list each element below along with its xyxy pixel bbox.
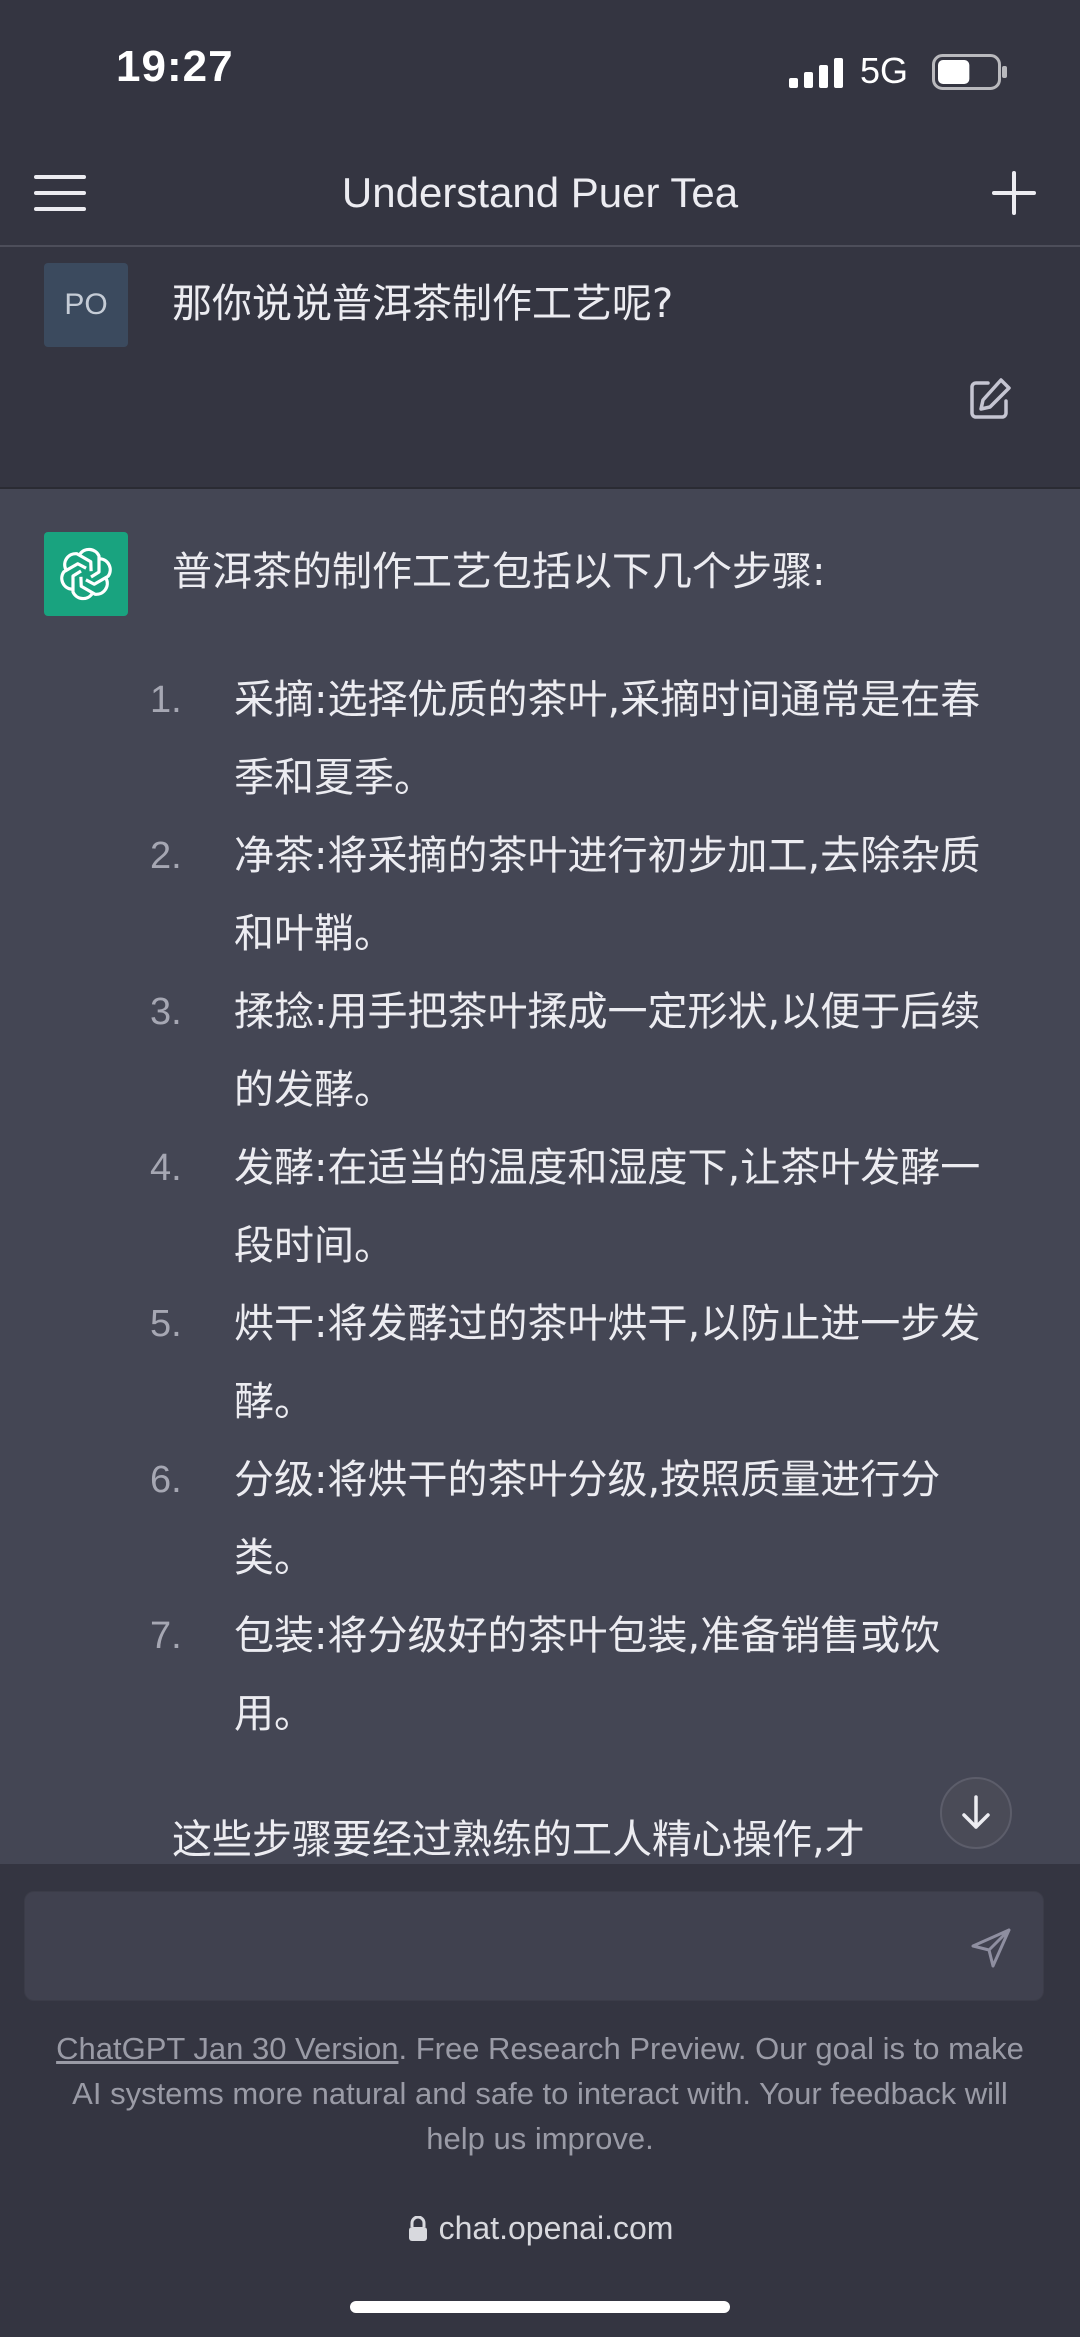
composer-area: ChatGPT Jan 30 Version. Free Research Pr… [0,1864,1080,2254]
list-item: 4. 发酵:在适当的温度和湿度下,让茶叶发酵一段时间。 [150,1129,1010,1285]
scroll-to-bottom-button[interactable] [940,1777,1012,1849]
disclaimer: ChatGPT Jan 30 Version. Free Research Pr… [40,2026,1040,2161]
arrow-down-icon [962,1795,990,1829]
step-text: 分级:将烘干的茶叶分级,按照质量进行分类。 [234,1457,941,1581]
list-item: 5. 烘干:将发酵过的茶叶烘干,以防止进一步发酵。 [150,1285,1010,1441]
lock-icon [408,2215,427,2241]
step-text: 烘干:将发酵过的茶叶烘干,以防止进一步发酵。 [234,1301,981,1425]
message-input[interactable] [45,1912,929,1984]
list-item: 2. 净茶:将采摘的茶叶进行初步加工,去除杂质和叶鞘。 [150,817,1010,973]
home-indicator[interactable] [350,2301,730,2313]
assistant-avatar [44,532,128,616]
step-number: 2. [150,835,182,877]
plus-icon[interactable] [990,169,1038,217]
list-item: 7. 包装:将分级好的茶叶包装,准备销售或饮用。 [150,1597,1010,1753]
browser-url-bar[interactable]: chat.openai.com [0,2210,1080,2270]
step-text: 采摘:选择优质的茶叶,采摘时间通常是在春季和夏季。 [234,677,981,801]
step-number: 5. [150,1303,182,1345]
list-item: 3. 揉捻:用手把茶叶揉成一定形状,以便于后续的发酵。 [150,973,1010,1129]
step-number: 1. [150,679,182,721]
step-text: 揉捻:用手把茶叶揉成一定形状,以便于后续的发酵。 [234,989,981,1113]
list-item: 1. 采摘:选择优质的茶叶,采摘时间通常是在春季和夏季。 [150,661,1010,817]
battery-icon [932,54,1007,90]
url-text: chat.openai.com [438,2210,674,2246]
step-number: 6. [150,1459,182,1501]
status-time: 19:27 [116,42,234,91]
step-text: 净茶:将采摘的茶叶进行初步加工,去除杂质和叶鞘。 [234,833,981,957]
step-text: 包装:将分级好的茶叶包装,准备销售或饮用。 [234,1613,941,1737]
step-text: 发酵:在适当的温度和湿度下,让茶叶发酵一段时间。 [234,1145,981,1269]
edit-icon[interactable] [966,375,1014,423]
nav-bar: Understand Puer Tea [0,145,1080,247]
step-number: 4. [150,1147,182,1189]
conversation-title: Understand Puer Tea [341,169,739,216]
list-item: 6. 分级:将烘干的茶叶分级,按照质量进行分类。 [150,1441,1010,1597]
user-avatar: PO [44,263,128,347]
user-message: PO 那你说说普洱茶制作工艺呢? [0,247,1080,489]
status-bar: 19:27 5G [0,0,1080,145]
assistant-intro-text: 普洱茶的制作工艺包括以下几个步骤: [172,549,826,595]
assistant-closing-text: 这些步骤要经过熟练的工人精心操作,才 [172,1817,865,1863]
assistant-message: 普洱茶的制作工艺包括以下几个步骤: 1. 采摘:选择优质的茶叶,采摘时间通常是在… [0,489,1080,1864]
openai-logo-icon [60,547,112,601]
user-message-text: 那你说说普洱茶制作工艺呢? [172,281,674,327]
cellular-signal-icon [789,58,843,88]
step-number: 7. [150,1615,182,1657]
network-type: 5G [860,50,909,91]
send-icon[interactable] [967,1924,1015,1972]
steps-list: 1. 采摘:选择优质的茶叶,采摘时间通常是在春季和夏季。 2. 净茶:将采摘的茶… [150,661,1010,1753]
step-number: 3. [150,991,182,1033]
version-link[interactable]: ChatGPT Jan 30 Version [56,2031,398,2066]
message-input-box[interactable] [24,1891,1044,2001]
